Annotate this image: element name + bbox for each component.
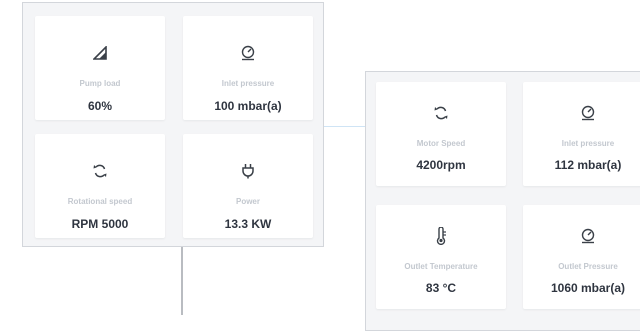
power-label: Power bbox=[235, 197, 260, 206]
outlet-pressure-card[interactable]: Outlet Pressure 1060 mbar(a) bbox=[523, 205, 640, 309]
power-card[interactable]: Power 13.3 KW bbox=[183, 134, 313, 238]
pressure-gauge-icon bbox=[523, 227, 640, 245]
inlet-pressure-label: Inlet pressure bbox=[221, 79, 275, 88]
motor-speed-card[interactable]: Motor Speed 4200rpm bbox=[376, 82, 506, 186]
signal-ramp-icon bbox=[35, 44, 165, 62]
thermometer-icon bbox=[376, 227, 506, 245]
outlet-temperature-card[interactable]: Outlet Temperature 83 °C bbox=[376, 205, 506, 309]
rotational-speed-card[interactable]: Rotational speed RPM 5000 bbox=[35, 134, 165, 238]
horizontal-connector-line bbox=[324, 126, 365, 127]
inlet-pressure-card[interactable]: Inlet pressure 112 mbar(a) bbox=[523, 82, 640, 186]
inlet-pressure-value: 112 mbar(a) bbox=[554, 158, 622, 172]
vertical-connector-line bbox=[181, 247, 183, 315]
left-metrics-panel: Pump load 60% Inlet pressure 100 mbar(a)… bbox=[22, 2, 324, 247]
inlet-pressure-card[interactable]: Inlet pressure 100 mbar(a) bbox=[183, 16, 313, 120]
inlet-pressure-value: 100 mbar(a) bbox=[214, 99, 282, 113]
pressure-gauge-icon bbox=[523, 104, 640, 122]
motor-speed-label: Motor Speed bbox=[416, 139, 466, 148]
plug-icon bbox=[183, 162, 313, 180]
pump-load-label: Pump load bbox=[79, 79, 121, 88]
outlet-pressure-value: 1060 mbar(a) bbox=[550, 281, 626, 295]
pump-load-value: 60% bbox=[87, 99, 113, 113]
power-value: 13.3 KW bbox=[224, 217, 272, 231]
rotational-speed-value: RPM 5000 bbox=[71, 217, 129, 231]
rotation-icon bbox=[376, 104, 506, 122]
outlet-temperature-value: 83 °C bbox=[425, 281, 457, 295]
pressure-gauge-icon bbox=[183, 44, 313, 62]
motor-speed-value: 4200rpm bbox=[416, 158, 466, 172]
right-metrics-panel: Motor Speed 4200rpm Inlet pressure 112 m… bbox=[365, 71, 640, 331]
outlet-pressure-label: Outlet Pressure bbox=[558, 262, 618, 271]
pump-load-card[interactable]: Pump load 60% bbox=[35, 16, 165, 120]
inlet-pressure-label: Inlet pressure bbox=[561, 139, 615, 148]
outlet-temperature-label: Outlet Temperature bbox=[404, 262, 478, 271]
rotational-speed-label: Rotational speed bbox=[67, 197, 133, 206]
rotation-icon bbox=[35, 162, 165, 180]
